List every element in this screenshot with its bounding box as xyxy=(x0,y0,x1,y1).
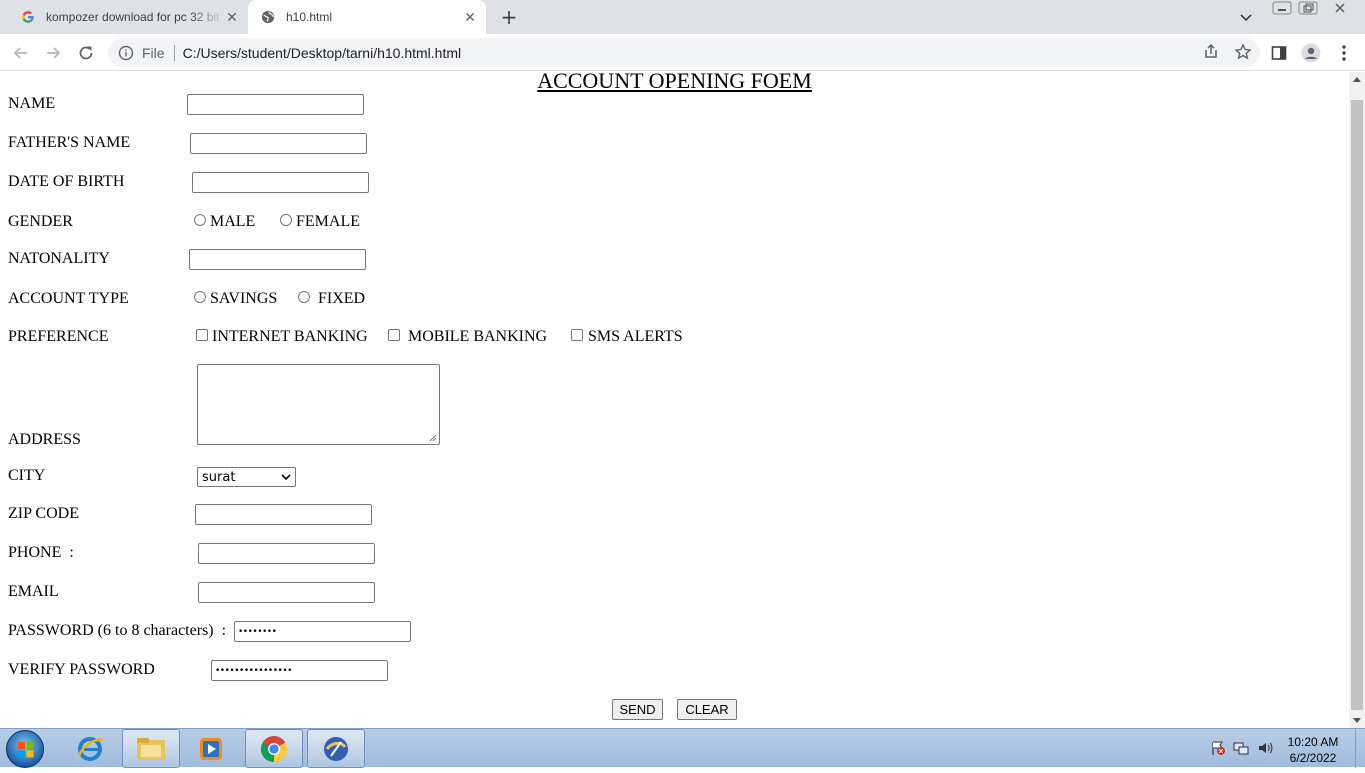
password-label: PASSWORD (6 to 8 characters) : xyxy=(8,622,227,639)
zip-code-label: ZIP CODE xyxy=(8,505,79,522)
phone-label: PHONE : xyxy=(8,544,74,561)
tab-search-icon[interactable] xyxy=(1237,8,1255,26)
mobile-banking-checkbox[interactable] xyxy=(388,329,400,341)
clock-date: 6/2/2022 xyxy=(1289,751,1337,765)
gender-label: GENDER xyxy=(8,213,73,230)
url-text: C:/Users/student/Desktop/tarni/h10.html.… xyxy=(182,44,462,61)
windows-logo-icon xyxy=(18,742,34,758)
page-title: ACCOUNT OPENING FOEM xyxy=(537,68,812,93)
internet-banking-label: INTERNET BANKING xyxy=(212,328,368,345)
password-input[interactable]: •••••••• xyxy=(234,621,411,642)
dob-input[interactable] xyxy=(192,172,369,193)
network-icon[interactable] xyxy=(1232,739,1250,757)
new-tab-button[interactable]: + xyxy=(498,7,520,29)
scroll-up-icon[interactable] xyxy=(1353,77,1361,82)
chrome-icon[interactable] xyxy=(245,729,303,768)
share-icon[interactable] xyxy=(1202,43,1220,64)
tab-title: h10.html xyxy=(286,10,333,24)
bookmark-star-icon[interactable] xyxy=(1234,43,1252,64)
tab-strip: kompozer download for pc 32 bit ✕ h10.ht… xyxy=(0,0,1365,34)
dob-label: DATE OF BIRTH xyxy=(8,173,125,190)
tab-title: kompozer download for pc 32 bit xyxy=(46,10,220,24)
google-g-icon xyxy=(20,9,36,25)
city-selected-value: surat xyxy=(202,469,236,485)
name-input[interactable] xyxy=(187,94,364,115)
close-tab-icon[interactable]: ✕ xyxy=(224,9,240,25)
city-select[interactable]: surat xyxy=(197,467,296,487)
back-icon[interactable] xyxy=(10,42,32,64)
gender-male-radio[interactable] xyxy=(194,214,206,226)
close-tab-icon[interactable]: ✕ xyxy=(462,9,478,25)
tab-h10[interactable]: h10.html ✕ xyxy=(248,0,486,34)
file-explorer-icon[interactable] xyxy=(122,729,180,768)
account-savings-label: SAVINGS xyxy=(210,290,278,307)
account-fixed-radio[interactable] xyxy=(298,291,310,303)
side-panel-icon[interactable] xyxy=(1269,43,1289,63)
account-savings-radio[interactable] xyxy=(194,291,206,303)
minimize-icon[interactable] xyxy=(1268,0,1296,16)
menu-kebab-icon[interactable] xyxy=(1334,43,1354,63)
scroll-down-icon[interactable] xyxy=(1353,718,1361,723)
phone-input[interactable] xyxy=(198,543,375,564)
send-button[interactable]: SEND xyxy=(612,699,663,720)
verify-password-input[interactable]: •••••••••••••••• xyxy=(211,660,388,681)
browser-toolbar: File C:/Users/student/Desktop/tarni/h10.… xyxy=(0,34,1365,71)
gender-female-label: FEMALE xyxy=(296,213,360,230)
scrollbar-thumb[interactable] xyxy=(1351,100,1363,710)
gender-female-radio[interactable] xyxy=(280,214,292,226)
clear-button[interactable]: CLEAR xyxy=(677,699,737,720)
tab-kompozer-search[interactable]: kompozer download for pc 32 bit ✕ xyxy=(8,0,248,34)
father-name-label: FATHER'S NAME xyxy=(8,134,131,151)
password-mask: •••••••• xyxy=(238,626,277,637)
name-label: NAME xyxy=(8,95,56,112)
resize-grip-icon[interactable] xyxy=(429,434,437,442)
zip-code-input[interactable] xyxy=(195,504,372,525)
forward-icon[interactable] xyxy=(42,42,64,64)
preference-label: PREFERENCE xyxy=(8,328,109,345)
verify-password-label: VERIFY PASSWORD xyxy=(8,661,155,678)
father-name-input[interactable] xyxy=(190,133,367,154)
address-bar[interactable]: File C:/Users/student/Desktop/tarni/h10.… xyxy=(108,38,1260,67)
media-player-icon[interactable] xyxy=(182,729,240,768)
address-textarea[interactable] xyxy=(197,364,440,445)
kompozer-icon[interactable] xyxy=(307,729,365,768)
city-label: CITY xyxy=(8,467,46,484)
internet-explorer-icon[interactable] xyxy=(61,729,119,768)
nationality-input[interactable] xyxy=(189,249,366,270)
internet-banking-checkbox[interactable] xyxy=(196,329,208,341)
action-center-flag-icon[interactable] xyxy=(1209,739,1227,757)
globe-icon xyxy=(260,9,276,25)
start-button[interactable] xyxy=(6,730,44,768)
windows-taskbar: 10:20 AM 6/2/2022 xyxy=(0,728,1365,768)
divider xyxy=(173,44,175,61)
nationality-label: NATONALITY xyxy=(8,250,110,267)
vertical-scrollbar[interactable] xyxy=(1349,72,1365,728)
clock-time: 10:20 AM xyxy=(1287,735,1339,749)
close-window-icon[interactable] xyxy=(1326,0,1354,16)
address-label: ADDRESS xyxy=(8,431,81,448)
account-fixed-label: FIXED xyxy=(318,290,366,307)
sms-alerts-label: SMS ALERTS xyxy=(588,328,683,345)
info-icon[interactable] xyxy=(118,45,134,61)
restore-icon[interactable] xyxy=(1294,0,1322,16)
page-content: ACCOUNT OPENING FOEM NAME FATHER'S NAME … xyxy=(0,68,1349,728)
email-input[interactable] xyxy=(198,582,375,603)
gender-male-label: MALE xyxy=(210,213,256,230)
volume-icon[interactable] xyxy=(1256,739,1274,757)
sms-alerts-checkbox[interactable] xyxy=(571,329,583,341)
system-clock[interactable]: 10:20 AM 6/2/2022 xyxy=(1282,734,1344,766)
email-label: EMAIL xyxy=(8,583,59,600)
profile-avatar-icon[interactable] xyxy=(1301,43,1321,63)
mobile-banking-label: MOBILE BANKING xyxy=(408,328,548,345)
show-desktop-button[interactable] xyxy=(1355,729,1365,768)
chevron-down-icon xyxy=(281,474,291,481)
scheme-label: File xyxy=(142,44,165,61)
reload-icon[interactable] xyxy=(75,42,97,64)
verify-password-mask: •••••••••••••••• xyxy=(215,665,292,676)
account-type-label: ACCOUNT TYPE xyxy=(8,290,129,307)
